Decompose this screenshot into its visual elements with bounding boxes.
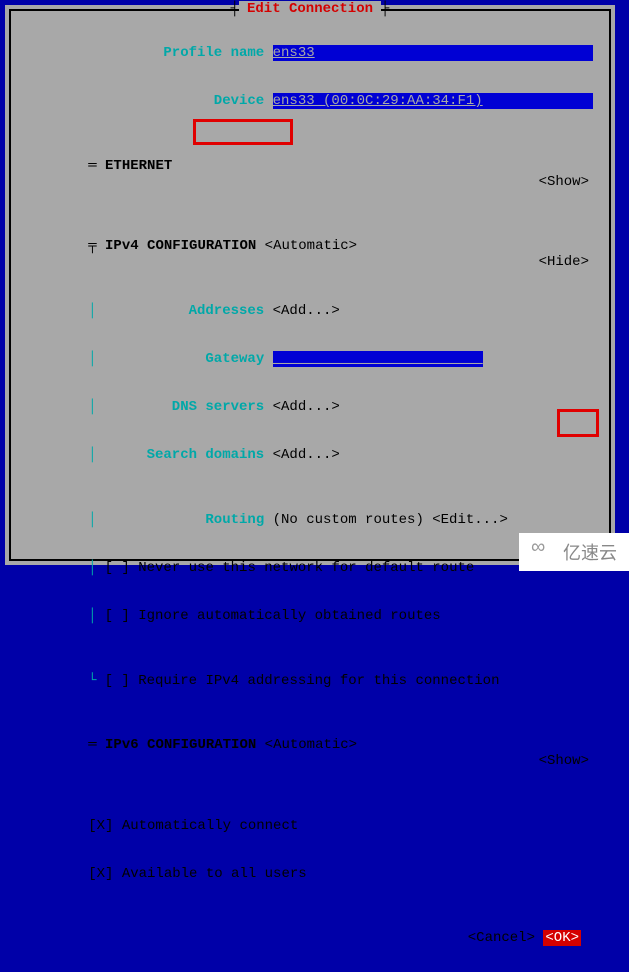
watermark-text: 亿速云 (563, 539, 617, 565)
watermark: 亿速云 (519, 533, 629, 571)
checkbox-never-default[interactable]: [ ] Never use this network for default r… (105, 560, 475, 576)
checkbox-ignore-auto[interactable]: [ ] Ignore automatically obtained routes (105, 608, 441, 624)
dns-servers-label: DNS servers (96, 399, 264, 415)
profile-name-input[interactable]: ens33 (273, 45, 593, 61)
routing-edit-button[interactable]: (No custom routes) <Edit...> (273, 512, 508, 528)
ipv4-bullet: ╤ (88, 238, 96, 254)
checkbox-auto-connect[interactable]: [X] Automatically connect (88, 818, 298, 834)
device-input[interactable]: ens33 (00:0C:29:AA:34:F1) (273, 93, 593, 109)
ipv6-prefix: ═ (88, 737, 96, 753)
addresses-add-button[interactable]: <Add...> (273, 303, 340, 319)
ipv6-show-button[interactable]: <Show> (539, 753, 589, 769)
dialog-title: Edit Connection (239, 1, 381, 17)
routing-label: Routing (96, 512, 264, 528)
ipv6-mode-select[interactable]: <Automatic> (265, 737, 357, 753)
cloud-icon (531, 543, 557, 561)
cancel-button[interactable]: <Cancel> (468, 930, 535, 946)
gateway-input[interactable]: _________________________ (273, 351, 483, 367)
checkbox-require-ipv4[interactable]: [ ] Require IPv4 addressing for this con… (105, 673, 500, 689)
ipv6-heading: IPv6 CONFIGURATION (105, 737, 256, 753)
ethernet-heading: ETHERNET (105, 158, 172, 174)
ipv4-mode-select[interactable]: <Automatic> (265, 238, 357, 254)
ipv4-hide-button[interactable]: <Hide> (539, 254, 589, 270)
checkbox-all-users[interactable]: [X] Available to all users (88, 866, 306, 882)
gateway-label: Gateway (96, 351, 264, 367)
dns-add-button[interactable]: <Add...> (273, 399, 340, 415)
profile-name-label: Profile name (88, 45, 264, 61)
search-domains-add-button[interactable]: <Add...> (273, 447, 340, 463)
ethernet-prefix: ═ (88, 158, 96, 174)
title-bar: ┤Edit Connection├ (11, 1, 609, 17)
device-label: Device (88, 93, 264, 109)
search-domains-label: Search domains (96, 447, 264, 463)
ipv4-heading: IPv4 CONFIGURATION (105, 238, 256, 254)
ethernet-show-button[interactable]: <Show> (539, 174, 589, 190)
ok-button[interactable]: <OK> (543, 930, 581, 946)
addresses-label: Addresses (96, 303, 264, 319)
